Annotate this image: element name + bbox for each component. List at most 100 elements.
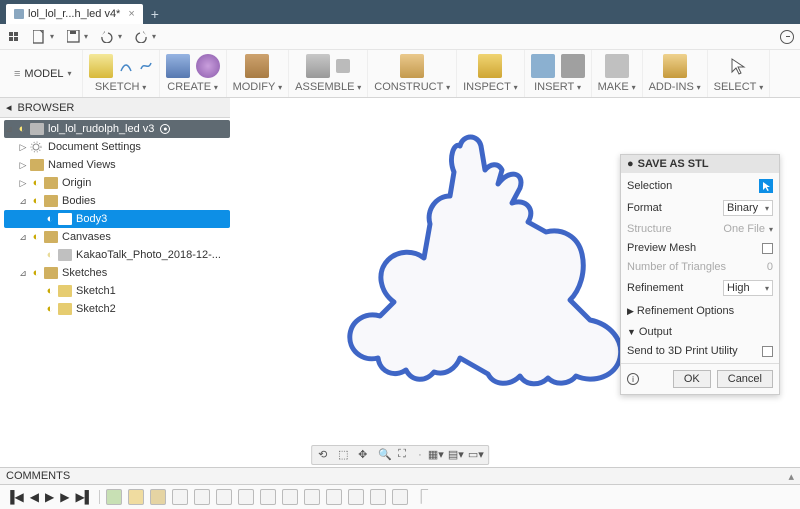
presspull-icon[interactable]	[245, 54, 269, 78]
timeline-feature-icon[interactable]	[326, 489, 342, 505]
activate-icon[interactable]: ●	[160, 124, 170, 134]
plane-icon[interactable]	[400, 54, 424, 78]
preview-mesh-checkbox[interactable]	[762, 243, 773, 254]
row-refinement: Refinement High▾	[627, 280, 773, 296]
grid-settings-icon[interactable]: ▤▾	[448, 448, 462, 462]
row-send-3d-print: Send to 3D Print Utility	[627, 345, 773, 357]
timeline-feature-icon[interactable]	[282, 489, 298, 505]
look-at-icon[interactable]: ⬚	[338, 448, 352, 462]
timeline-feature-icon[interactable]	[194, 489, 210, 505]
job-status-icon[interactable]	[780, 30, 794, 44]
row-format: Format Binary▾	[627, 200, 773, 216]
sketch-node-icon	[58, 285, 72, 297]
tree-root[interactable]: ⊿◐ lol_lol_rudolph_led v3 ●	[4, 120, 230, 138]
add-tab-button[interactable]: +	[145, 4, 165, 24]
timeline-feature-icon[interactable]	[392, 489, 408, 505]
select-icon[interactable]	[726, 54, 750, 78]
timeline-forward-icon[interactable]: ▶	[60, 490, 69, 504]
timeline-feature-icon[interactable]	[128, 489, 144, 505]
viewport-icon[interactable]: ▭▾	[468, 448, 482, 462]
ribbon-group-modify: MODIFY ▾	[227, 50, 290, 97]
folder-icon	[44, 177, 58, 189]
timeline-feature-icon[interactable]	[238, 489, 254, 505]
arc-icon[interactable]	[119, 59, 133, 73]
timeline-feature-icon[interactable]	[106, 489, 122, 505]
row-triangles: Number of Triangles 0	[627, 261, 773, 273]
tree-item-sketches[interactable]: ⊿◐Sketches	[4, 264, 230, 282]
tree-item-bodies[interactable]: ⊿◐Bodies	[4, 192, 230, 210]
timeline-feature-icon[interactable]	[172, 489, 188, 505]
zoom-icon[interactable]: 🔍	[378, 448, 392, 462]
undo-icon[interactable]	[100, 30, 114, 44]
refinement-select[interactable]: High▾	[723, 280, 773, 296]
ok-button[interactable]: OK	[673, 370, 711, 388]
box-icon[interactable]	[166, 54, 190, 78]
timeline-playhead-icon[interactable]: ⎾	[414, 487, 428, 507]
body-icon	[58, 213, 72, 225]
fusion-file-icon	[14, 9, 24, 19]
attached-canvas-icon[interactable]	[561, 54, 585, 78]
timeline-start-icon[interactable]: ▐◀	[6, 490, 24, 504]
expand-comments-icon[interactable]: ▴	[788, 470, 794, 483]
pan-icon[interactable]: ✥	[358, 448, 372, 462]
sketch-node-icon	[58, 303, 72, 315]
tree-item-sketch1[interactable]: ◐Sketch1	[4, 282, 230, 300]
browser-panel: ◂ BROWSER ⊿◐ lol_lol_rudolph_led v3 ● ▷D…	[0, 98, 230, 320]
decal-icon[interactable]	[531, 54, 555, 78]
tree-item-document-settings[interactable]: ▷Document Settings	[4, 138, 230, 156]
workspace-switcher[interactable]: ≡MODEL ▾	[4, 50, 83, 97]
addins-icon[interactable]	[663, 54, 687, 78]
ribbon-group-construct: CONSTRUCT ▾	[368, 50, 457, 97]
ribbon-group-insert: INSERT ▾	[525, 50, 592, 97]
measure-icon[interactable]	[478, 54, 502, 78]
ribbon-group-addins: ADD-INS ▾	[643, 50, 708, 97]
send-3dprint-checkbox[interactable]	[762, 346, 773, 357]
timeline-feature-icon[interactable]	[216, 489, 232, 505]
sphere-icon[interactable]	[196, 54, 220, 78]
rigid-icon[interactable]	[336, 59, 350, 73]
save-icon[interactable]	[66, 30, 80, 44]
tab-close-icon[interactable]: ×	[128, 8, 134, 20]
timeline-feature-icon[interactable]	[260, 489, 276, 505]
data-panel-icon[interactable]	[6, 30, 20, 44]
timeline-feature-icon[interactable]	[304, 489, 320, 505]
folder-icon	[44, 195, 58, 207]
document-tab[interactable]: lol_lol_r...h_led v4* ×	[6, 4, 143, 24]
quick-access-toolbar: ▾ ▾ ▾ ▾	[0, 24, 800, 50]
timeline-end-icon[interactable]: ▶▌	[75, 490, 93, 504]
print-icon[interactable]	[605, 54, 629, 78]
timeline-feature-icon[interactable]	[348, 489, 364, 505]
selection-cursor-icon[interactable]	[759, 179, 773, 193]
timeline-feature-icon[interactable]	[370, 489, 386, 505]
format-select[interactable]: Binary▾	[723, 200, 773, 216]
timeline-feature-icon[interactable]	[150, 489, 166, 505]
display-settings-icon[interactable]: ▦▾	[428, 448, 442, 462]
tree-item-sketch2[interactable]: ◐Sketch2	[4, 300, 230, 318]
tree-item-canvases[interactable]: ⊿◐Canvases	[4, 228, 230, 246]
image-icon	[58, 249, 72, 261]
fit-icon[interactable]: ⛶	[398, 448, 412, 462]
comments-bar[interactable]: COMMENTS ▴	[0, 467, 800, 485]
collapse-icon[interactable]: ◂	[6, 101, 12, 114]
section-output[interactable]: ▼Output	[627, 324, 773, 338]
tree-item-body3[interactable]: ◐Body3	[4, 210, 230, 228]
orbit-icon[interactable]: ⟲	[318, 448, 332, 462]
info-icon[interactable]: i	[627, 373, 639, 385]
tab-title: lol_lol_r...h_led v4*	[28, 8, 120, 20]
tree-item-origin[interactable]: ▷◐Origin	[4, 174, 230, 192]
redo-icon[interactable]	[134, 30, 148, 44]
tree-item-named-views[interactable]: ▷Named Views	[4, 156, 230, 174]
joint-icon[interactable]	[306, 54, 330, 78]
timeline-play-icon[interactable]: ▶	[45, 490, 54, 504]
ribbon-group-inspect: INSPECT ▾	[457, 50, 524, 97]
browser-header[interactable]: ◂ BROWSER	[0, 98, 230, 118]
tree-item-canvas-image[interactable]: ◐KakaoTalk_Photo_2018-12-...	[4, 246, 230, 264]
section-refinement-options[interactable]: ▶Refinement Options	[627, 303, 773, 317]
file-icon[interactable]	[32, 30, 46, 44]
dialog-title-bar[interactable]: ● SAVE AS STL	[621, 155, 779, 173]
row-structure: Structure One File▾	[627, 223, 773, 235]
cancel-button[interactable]: Cancel	[717, 370, 773, 388]
sketch-icon[interactable]	[89, 54, 113, 78]
spline-icon[interactable]	[139, 59, 153, 73]
timeline-back-icon[interactable]: ◀	[30, 490, 39, 504]
